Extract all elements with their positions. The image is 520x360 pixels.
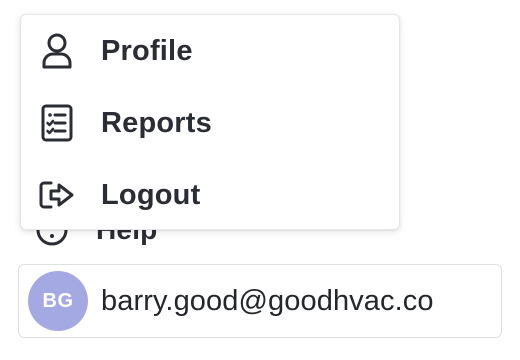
checklist-icon [37, 103, 77, 143]
avatar: BG [28, 271, 88, 331]
menu-item-logout[interactable]: Logout [21, 159, 399, 231]
menu-item-label: Logout [101, 178, 201, 211]
user-dropdown-menu: Profile Reports Logout [20, 14, 400, 230]
menu-item-reports[interactable]: Reports [21, 87, 399, 159]
app-stage: Help BG barry.good@goodhvac.co Profile [0, 0, 520, 360]
menu-item-label: Reports [101, 106, 212, 139]
account-email: barry.good@goodhvac.co [101, 284, 434, 317]
logout-icon [37, 175, 77, 215]
account-button[interactable]: BG barry.good@goodhvac.co [18, 264, 502, 338]
menu-item-profile[interactable]: Profile [21, 15, 399, 87]
menu-item-label: Profile [101, 34, 193, 67]
user-icon [37, 31, 77, 71]
